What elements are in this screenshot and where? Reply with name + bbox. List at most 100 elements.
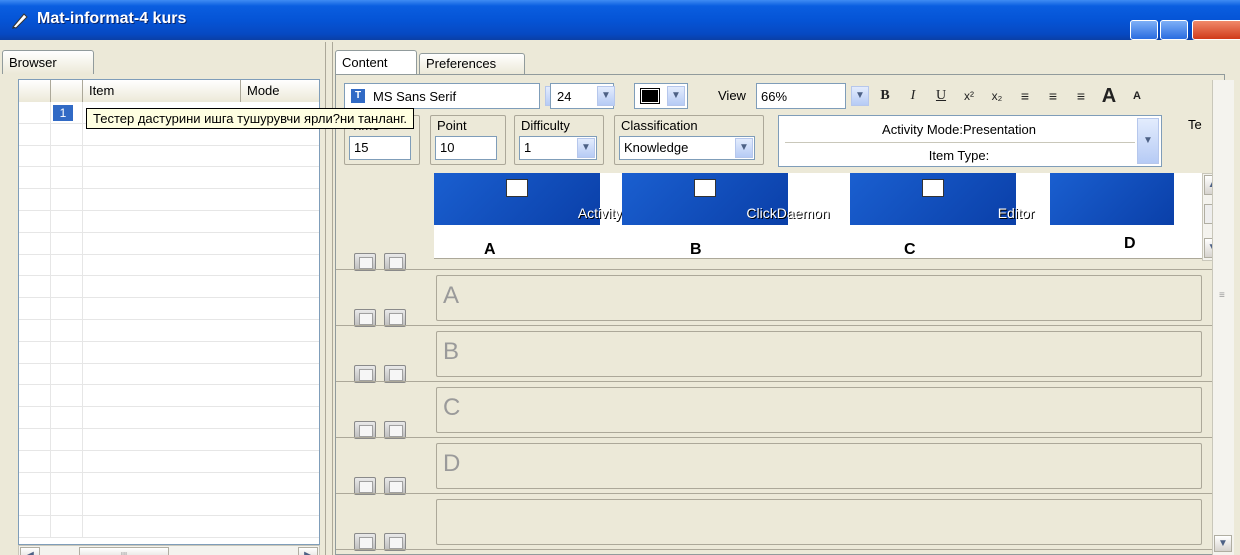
scroll-right-icon[interactable]: ▶	[298, 547, 318, 555]
superscript-button[interactable]: x²	[958, 85, 980, 107]
row-cell	[51, 428, 83, 450]
row-cell	[19, 494, 51, 516]
zoom-select[interactable]: 66% ▼	[756, 83, 869, 109]
align-center-icon[interactable]: ≡	[1042, 85, 1064, 107]
divider	[785, 142, 1135, 143]
underline-button[interactable]: U	[930, 85, 952, 107]
row-cell	[51, 341, 83, 363]
row-cell	[19, 102, 51, 123]
chevron-down-icon[interactable]: ▼	[577, 138, 595, 158]
row-cell	[19, 167, 51, 189]
tab-preferences[interactable]: Preferences	[419, 53, 525, 74]
answer-option-b[interactable]: B	[436, 331, 1202, 377]
chevron-down-icon[interactable]: ▼	[735, 138, 753, 158]
minimize-button[interactable]	[1130, 20, 1158, 40]
table-row	[19, 516, 319, 538]
activity-shortcut-image[interactable]: Activity	[434, 173, 622, 225]
table-row	[19, 254, 319, 277]
classification-value: Knowledge	[624, 140, 689, 155]
table-row	[19, 494, 319, 517]
font-size-value: 24	[557, 89, 572, 104]
scroll-left-icon[interactable]: ◀	[20, 547, 40, 555]
row-cell	[19, 407, 51, 428]
answer-option-a[interactable]: A	[436, 275, 1202, 321]
answer-option-e[interactable]	[436, 499, 1202, 545]
divider	[336, 493, 1216, 494]
point-input[interactable]: 10	[435, 136, 497, 160]
row-cell	[19, 298, 51, 319]
classification-select[interactable]: Knowledge ▼	[619, 136, 755, 160]
activity-mode-box[interactable]: Activity Mode:Presentation Item Type: ▼	[778, 115, 1162, 167]
answer-option-c[interactable]: C	[436, 387, 1202, 433]
grow-font-button[interactable]: A	[1098, 85, 1120, 107]
maximize-button[interactable]	[1160, 20, 1188, 40]
view-label: View	[718, 88, 746, 103]
table-row	[19, 210, 319, 233]
row-cell	[19, 145, 51, 167]
editor-shortcut-image[interactable]: Editor	[850, 173, 1034, 225]
bold-button[interactable]: B	[874, 85, 896, 107]
row-cell	[51, 189, 83, 210]
title-bar: Mat-informat-4 kurs	[0, 0, 1240, 40]
answer-option-d[interactable]: D	[436, 443, 1202, 489]
difficulty-label: Difficulty	[521, 118, 570, 133]
tab-browser[interactable]: Browser	[2, 50, 94, 74]
table-row	[19, 298, 319, 320]
font-select[interactable]: T MS Sans Serif ▼	[344, 83, 563, 109]
tab-content[interactable]: Content	[335, 50, 417, 74]
close-button[interactable]	[1192, 20, 1240, 40]
point-group: Point 10	[430, 115, 506, 165]
shrink-font-button[interactable]: A	[1126, 85, 1148, 107]
grid-header-cell[interactable]	[51, 80, 83, 102]
scroll-down-icon[interactable]: ▼	[1214, 535, 1232, 552]
table-row	[19, 276, 319, 299]
table-row	[19, 363, 319, 386]
row-cell	[51, 407, 83, 428]
chevron-down-icon[interactable]: ▼	[1137, 118, 1159, 164]
shortcut-icon	[922, 179, 944, 197]
italic-button[interactable]: I	[902, 85, 924, 107]
row-cell	[51, 319, 83, 341]
grid-header-item[interactable]: Item	[83, 80, 241, 102]
chevron-down-icon[interactable]: ▼	[667, 86, 685, 106]
table-row	[19, 385, 319, 408]
time-input[interactable]: 15	[349, 136, 411, 160]
clickdaemon-shortcut-image[interactable]: ClickDaemon	[622, 173, 830, 225]
font-size-select[interactable]: 24 ▼	[550, 83, 615, 109]
vertical-scrollbar[interactable]: ≡ ▼	[1212, 80, 1234, 555]
align-right-icon[interactable]: ≡	[1070, 85, 1092, 107]
item-tooltip: Тестер дастурини ишга тушурувчи ярли?ни …	[86, 108, 414, 129]
image-answers-row: Activity ClickDaemon Editor A B C D	[434, 173, 1204, 259]
table-row	[19, 450, 319, 473]
row-cell	[19, 472, 51, 494]
row-cell	[19, 385, 51, 407]
row-cell	[51, 123, 83, 145]
row-cell	[51, 363, 83, 385]
row-cell	[51, 167, 83, 189]
font-color-select[interactable]: ▼	[634, 83, 688, 109]
row-number[interactable]: 1	[53, 105, 73, 121]
fourth-shortcut-image[interactable]	[1050, 173, 1174, 225]
format-toolbar: T MS Sans Serif ▼ 24 ▼ ▼ View 66% ▼ B I …	[344, 83, 1230, 109]
grid-header-mode[interactable]: Mode	[241, 80, 319, 102]
row-cell	[19, 123, 51, 145]
grid-rows: 1	[19, 102, 319, 538]
row-cell	[51, 276, 83, 298]
answer-letter: A	[484, 241, 496, 258]
item-grid: Item Mode 1	[18, 79, 320, 545]
row-cell	[51, 472, 83, 494]
content-panel: T MS Sans Serif ▼ 24 ▼ ▼ View 66% ▼ B I …	[335, 74, 1230, 555]
truetype-font-icon: T	[351, 89, 365, 103]
chevron-down-icon[interactable]: ▼	[597, 86, 615, 106]
grid-header-cell[interactable]	[19, 80, 51, 102]
horizontal-scrollbar[interactable]: ◀ ||| ▶	[18, 545, 320, 555]
subscript-button[interactable]: x₂	[986, 85, 1008, 107]
row-cell	[51, 145, 83, 167]
row-cell	[51, 516, 83, 537]
difficulty-select[interactable]: 1 ▼	[519, 136, 597, 160]
row-cell	[19, 428, 51, 450]
difficulty-value: 1	[524, 140, 532, 155]
scroll-thumb[interactable]: |||	[79, 547, 169, 555]
align-left-icon[interactable]: ≡	[1014, 85, 1036, 107]
chevron-down-icon[interactable]: ▼	[851, 86, 869, 106]
